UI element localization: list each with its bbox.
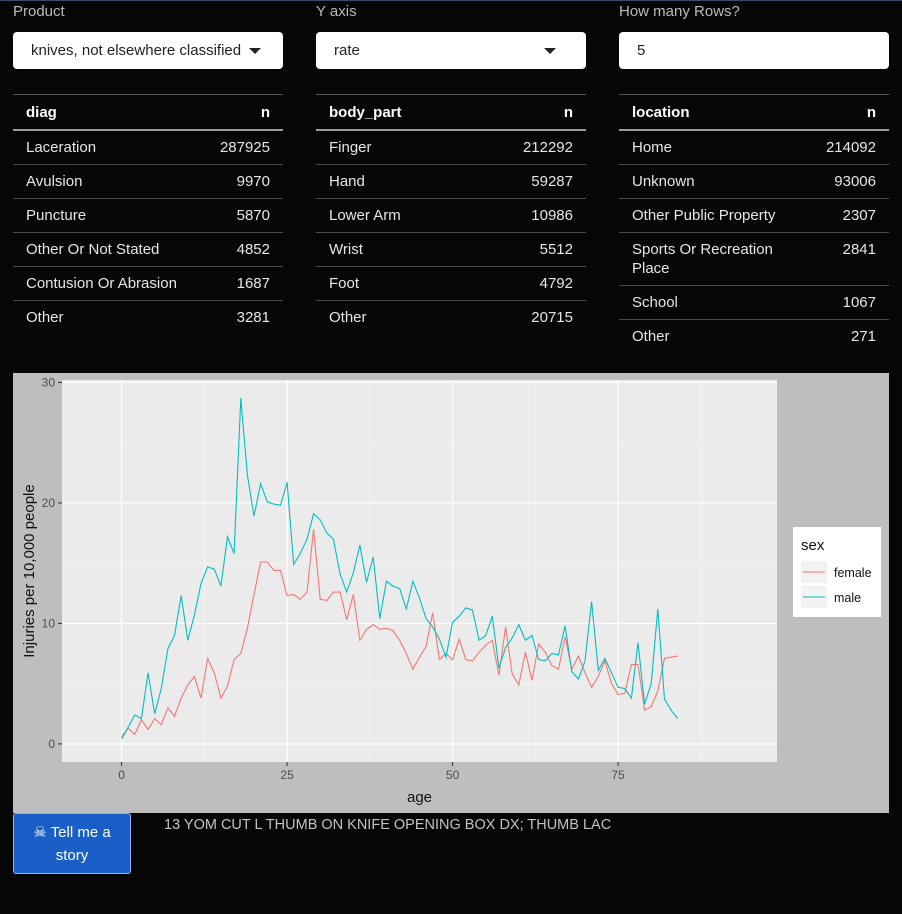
row-count: 9970 [201,164,283,199]
y-tick-label: 0 [48,737,55,751]
column-header: n [812,94,889,131]
table-row: Wrist 5512 [316,232,586,267]
yaxis-select-value: rate [334,42,360,59]
row-label: Unknown [619,164,813,199]
legend-label-female: female [834,566,872,580]
row-count: 2841 [812,232,889,286]
location-table: location n Home 214092 Unknown 93006 Other Pub… [619,94,889,353]
row-label: Hand [316,164,469,199]
y-tick-label: 30 [42,375,56,389]
table-row: Other Public Property 2307 [619,198,889,233]
row-count: 5512 [468,232,586,267]
table-row: Other 271 [619,320,889,354]
plot-panel [62,380,777,762]
table-row: Other 20715 [316,301,586,335]
column-header: diag [13,94,202,131]
x-tick-label: 50 [446,768,460,782]
top-border [0,0,902,1]
x-axis-title: age [407,789,432,806]
table-row: Hand 59287 [316,164,586,199]
row-label: Other [26,309,64,326]
tell-story-label-2: story [55,847,89,864]
row-label: Sports Or Recreation Place [619,232,813,286]
rows-input[interactable] [619,32,889,69]
row-label: Foot [316,266,469,301]
table-row: Sports Or Recreation Place 2841 [619,232,889,286]
table-row: Avulsion 9970 [13,164,283,199]
skull-crossbones-icon: ☠ [33,824,47,841]
yaxis-label: Y axis [316,3,357,20]
x-tick-label: 25 [280,768,294,782]
rows-label: How many Rows? [619,3,740,20]
row-label: Lower Arm [316,198,469,233]
row-count: 93006 [812,164,889,199]
body-part-table: body_part n Finger 212292 Hand 59287 Lower Arm… [316,94,586,334]
row-label: Laceration [13,130,202,165]
yaxis-select[interactable]: rate [316,32,586,69]
table-row: Unknown 93006 [619,164,889,199]
row-label: School [619,285,813,320]
table-row: Laceration 287925 [13,130,283,165]
y-axis-title: Injuries per 10,000 people [21,484,38,657]
row-label: Other Public Property [619,198,813,233]
product-select-value: knives, not elsewhere classified [31,42,242,59]
legend-title: sex [801,537,825,554]
diag-table: diag n Laceration 287925 Avulsion 9970 Punctur… [13,94,283,334]
table-row: Other Or Not Stated 4852 [13,232,283,267]
row-count: 1687 [201,266,283,301]
row-label: Other [329,309,367,326]
row-count: 271 [850,328,876,345]
injury-rate-chart: 0 25 50 75 0 10 20 30 age Injuries per 10,000 peo… [21,375,881,806]
column-header: location [619,94,813,131]
table-row: Home 214092 [619,130,889,165]
row-label: Home [619,130,813,165]
row-count: 59287 [468,164,586,199]
row-count: 1067 [812,285,889,320]
row-label: Other [632,328,670,345]
row-count: 4792 [468,266,586,301]
row-count: 214092 [812,130,889,165]
table-row: Lower Arm 10986 [316,198,586,233]
product-label: Product [13,3,65,20]
row-count: 212292 [468,130,586,165]
table-row: School 1067 [619,285,889,320]
plot-container: 0 25 50 75 0 10 20 30 age Injuries per 10,000 peo… [13,373,889,813]
chevron-down-icon [544,48,556,54]
row-count: 287925 [201,130,283,165]
row-count: 2307 [812,198,889,233]
row-label: Avulsion [13,164,202,199]
table-row: Other 3281 [13,301,283,335]
row-label: Finger [316,130,469,165]
row-count: 5870 [201,198,283,233]
column-header: n [201,94,283,131]
table-row: Foot 4792 [316,266,586,301]
table-row: Contusion Or Abrasion 1687 [13,266,283,301]
row-count: 10986 [468,198,586,233]
row-count: 20715 [531,309,573,326]
y-tick-label: 20 [42,496,56,510]
row-label: Contusion Or Abrasion [13,266,202,301]
row-count: 3281 [236,309,270,326]
column-header: n [468,94,586,131]
row-label: Other Or Not Stated [13,232,202,267]
tell-story-button[interactable]: ☠ Tell me a story [13,813,131,874]
x-tick-label: 75 [611,768,625,782]
y-tick-label: 10 [42,616,56,630]
product-select[interactable]: knives, not elsewhere classified [13,32,283,69]
x-tick-label: 0 [118,768,125,782]
column-header: body_part [316,94,469,131]
table-row: Finger 212292 [316,130,586,165]
row-label: Puncture [13,198,202,233]
legend-label-male: male [834,591,861,605]
chevron-down-icon [249,48,261,54]
row-count: 4852 [201,232,283,267]
row-label: Wrist [316,232,469,267]
table-row: Puncture 5870 [13,198,283,233]
tell-story-label-1: Tell me a [50,824,111,841]
story-text: 13 YOM CUT L THUMB ON KNIFE OPENING BOX … [164,817,612,833]
